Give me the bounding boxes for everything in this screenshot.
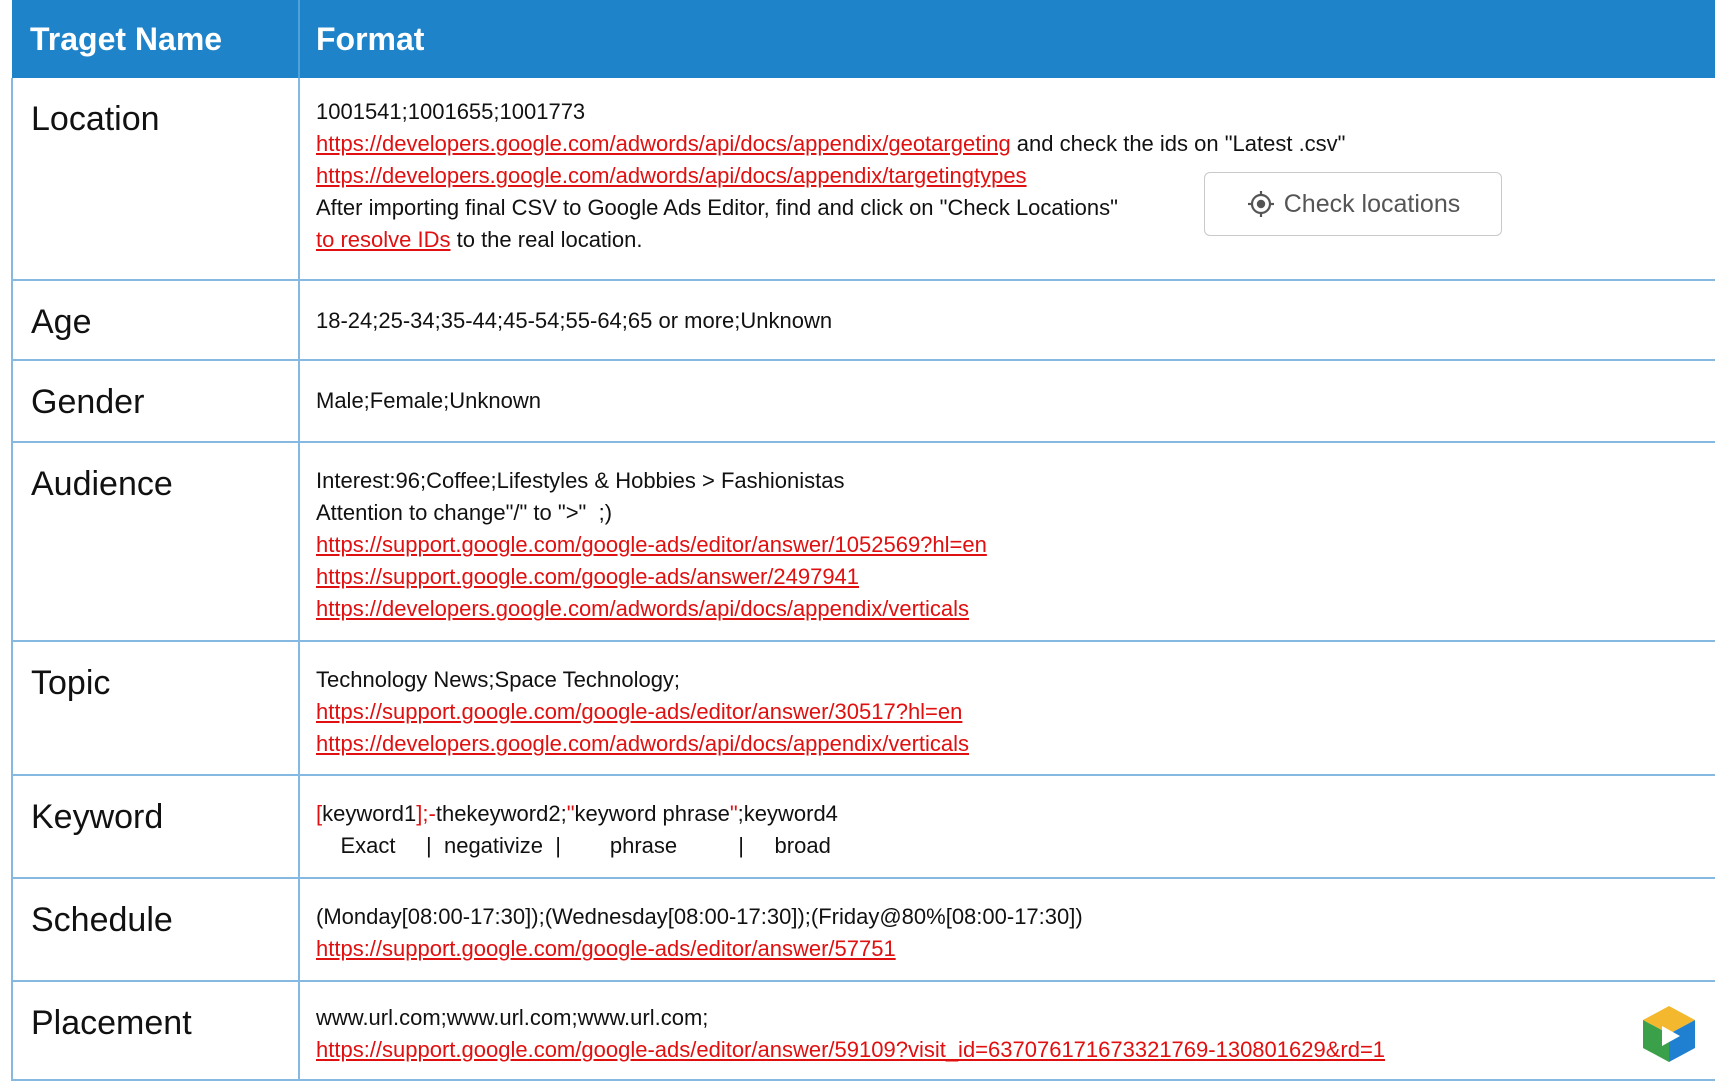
targeting-table: Traget Name Format Location 1001541;1001… [11,0,1715,1081]
answer-2497941-link[interactable]: https://support.google.com/google-ads/an… [316,564,859,589]
format-audience: Interest:96;Coffee;Lifestyles & Hobbies … [299,442,1715,642]
table-row-placement: Placement www.url.com;www.url.com;www.ur… [11,981,1715,1081]
header-target-name: Traget Name [12,0,300,78]
format-text: Interest:96;Coffee;Lifestyles & Hobbies … [316,468,845,493]
target-name-topic: Topic [11,641,300,776]
format-text: Technology News;Space Technology; [316,667,681,692]
format-line: https://support.google.com/google-ads/ed… [316,933,1715,965]
table-row-keyword: Keyword [keyword1];-thekeyword2;"keyword… [11,775,1715,879]
targeting-format-sheet: Traget Name Format Location 1001541;1001… [0,0,1715,1081]
editor-answer-1052569-link[interactable]: https://support.google.com/google-ads/ed… [316,532,987,557]
verticals-link[interactable]: https://developers.google.com/adwords/ap… [316,731,969,756]
format-line: https://developers.google.com/adwords/ap… [316,593,1715,625]
keyword-phrase: keyword phrase [574,801,730,826]
format-text: Attention to change"/" to ">" ;) [316,500,613,525]
check-locations-label: Check locations [1283,189,1461,218]
format-text: 18-24;25-34;35-44;45-54;55-64;65 or more… [316,308,833,333]
geotargeting-link[interactable]: https://developers.google.com/adwords/ap… [316,131,1011,156]
table-row-schedule: Schedule (Monday[08:00-17:30]);(Wednesda… [11,878,1715,982]
format-line: https://developers.google.com/adwords/ap… [316,128,1715,160]
format-line: https://support.google.com/google-ads/ed… [316,696,1715,728]
format-text: (Monday[08:00-17:30]);(Wednesday[08:00-1… [316,904,1083,929]
location-target-icon [1246,189,1276,219]
format-age: 18-24;25-34;35-44;45-54;55-64;65 or more… [299,280,1715,361]
format-schedule: (Monday[08:00-17:30]);(Wednesday[08:00-1… [299,878,1715,982]
targetingtypes-link[interactable]: https://developers.google.com/adwords/ap… [316,163,1027,188]
target-name-audience: Audience [11,442,300,642]
table-row-gender: Gender Male;Female;Unknown [11,360,1715,443]
format-line: https://support.google.com/google-ads/ed… [316,529,1715,561]
format-text: to the real location. [450,227,643,252]
keyword-type-legend: Exact | negativize | phrase | broad [316,833,831,858]
editor-answer-57751-link[interactable]: https://support.google.com/google-ads/ed… [316,936,896,961]
check-locations-button[interactable]: Check locations [1204,172,1502,236]
keyword-negative: thekeyword2; [435,801,567,826]
table-row-audience: Audience Interest:96;Coffee;Lifestyles &… [11,442,1715,642]
target-name-keyword: Keyword [11,775,300,879]
table-row-age: Age 18-24;25-34;35-44;45-54;55-64;65 or … [11,280,1715,361]
format-line: https://developers.google.com/adwords/ap… [316,728,1715,760]
editor-answer-59109-link[interactable]: https://support.google.com/google-ads/ed… [316,1037,1385,1062]
format-text: www.url.com;www.url.com;www.url.com; [316,1005,709,1030]
format-text: 1001541;1001655;1001773 [316,99,586,124]
format-topic: Technology News;Space Technology; https:… [299,641,1715,776]
header-format: Format [299,0,1715,78]
format-location: 1001541;1001655;1001773 https://develope… [299,78,1715,281]
editor-answer-30517-link[interactable]: https://support.google.com/google-ads/ed… [316,699,962,724]
header-row: Traget Name Format [12,0,1715,78]
target-name-schedule: Schedule [11,878,300,982]
table-row-topic: Topic Technology News;Space Technology; … [11,641,1715,776]
format-text: After importing final CSV to Google Ads … [316,195,1118,220]
keyword-exact: keyword1 [322,801,417,826]
format-gender: Male;Female;Unknown [299,360,1715,443]
phrase-quote-open: " [566,801,575,826]
phrase-quote-close: " [729,801,738,826]
keyword-broad: ;keyword4 [737,801,838,826]
format-line: https://developers.google.com/adwords/ap… [316,160,1715,192]
format-line: to resolve IDs to the real location. [316,224,1715,256]
format-line: [keyword1];-thekeyword2;"keyword phrase"… [316,798,1715,830]
format-line: https://support.google.com/google-ads/ed… [316,1034,1715,1066]
target-name-location: Location [11,78,300,281]
target-name-placement: Placement [11,981,300,1081]
exact-bracket-close: ];- [416,801,436,826]
target-name-age: Age [11,280,300,361]
resolve-ids-link[interactable]: to resolve IDs [316,227,451,252]
play-cube-logo-icon [1640,1004,1698,1064]
target-name-gender: Gender [11,360,300,443]
format-placement: www.url.com;www.url.com;www.url.com; htt… [299,981,1715,1081]
format-text: and check the ids on "Latest .csv" [1010,131,1346,156]
format-keyword: [keyword1];-thekeyword2;"keyword phrase"… [299,775,1715,879]
verticals-link[interactable]: https://developers.google.com/adwords/ap… [316,596,969,621]
format-line: https://support.google.com/google-ads/an… [316,561,1715,593]
format-text: Male;Female;Unknown [316,388,541,413]
